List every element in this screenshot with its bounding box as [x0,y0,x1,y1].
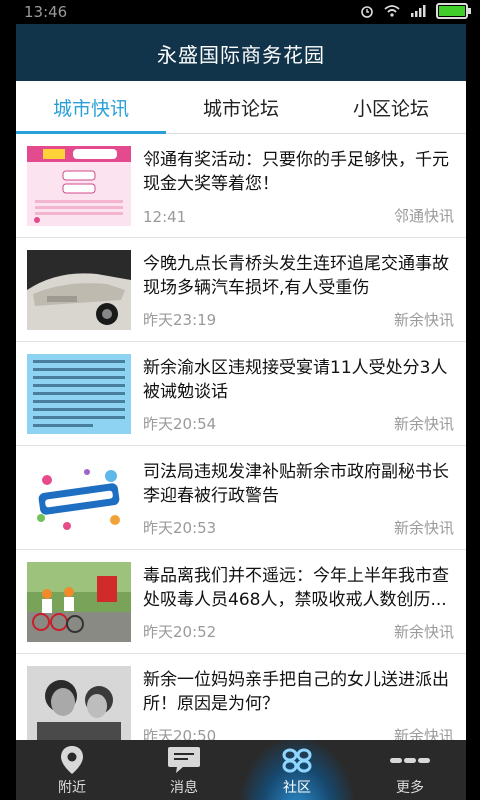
news-source: 新余快讯 [393,623,454,641]
news-thumbnail-logo [27,458,131,538]
news-source: 新余快讯 [393,311,454,329]
news-thumbnail-bikes [27,562,131,642]
news-source: 新余快讯 [393,415,454,433]
community-icon [280,745,314,779]
news-thumbnail-photo [27,666,131,740]
nav-more[interactable]: 更多 [354,740,466,800]
app-frame: 永盛国际商务花园 城市快讯 城市论坛 小区论坛 邻通有奖活动：只要你的手足够快，… [16,24,466,800]
status-bar: 13:46 [0,0,480,24]
nav-nearby[interactable]: 附近 [16,740,128,800]
more-icon [388,745,432,779]
news-headline: 新余一位妈妈亲手把自己的女儿送进派出所！原因是为何？ [143,670,449,714]
location-pin-icon [59,745,85,779]
tab-label: 小区论坛 [352,97,429,120]
news-thumbnail-promo [27,146,131,226]
news-source: 新余快讯 [393,519,454,537]
status-icons [360,3,471,19]
tab-label: 城市论坛 [202,97,279,120]
nav-messages[interactable]: 消息 [128,740,240,800]
news-item[interactable]: 司法局违规发津补贴新余市政府副秘书长李迎春被行政警告 昨天20:53 新余快讯 [16,446,466,550]
news-item[interactable]: 邻通有奖活动：只要你的手足够快，千元现金大奖等着您！ 12:41 邻通快讯 [16,134,466,238]
news-thumbnail-car [27,250,131,330]
tab-city-news[interactable]: 城市快讯 [16,81,166,134]
battery-icon [436,3,471,19]
news-time: 昨天23:19 [143,311,217,329]
tab-bar: 城市快讯 城市论坛 小区论坛 [16,81,466,134]
news-item[interactable]: 今晚九点长青桥头发生连环追尾交通事故现场多辆汽车损坏,有人受重伤 昨天23:19… [16,238,466,342]
news-source: 新余快讯 [393,727,454,740]
news-headline: 新余渝水区违规接受宴请11人受处分3人被诫勉谈话 [143,358,448,402]
tab-label: 城市快讯 [52,97,129,120]
news-list[interactable]: 邻通有奖活动：只要你的手足够快，千元现金大奖等着您！ 12:41 邻通快讯 今晚… [16,134,466,740]
chat-bubble-icon [167,745,201,779]
news-headline: 毒品离我们并不遥远：今年上半年我市查处吸毒人员468人，禁吸收戒人数创历... [143,566,449,610]
news-time: 昨天20:53 [143,519,217,537]
nav-community[interactable]: 社区 [241,740,353,800]
nav-label: 社区 [283,780,311,796]
news-source: 邻通快讯 [393,207,454,225]
news-item[interactable]: 新余渝水区违规接受宴请11人受处分3人被诫勉谈话 昨天20:54 新余快讯 [16,342,466,446]
tab-city-forum[interactable]: 城市论坛 [166,81,316,133]
news-thumbnail-text [27,354,131,434]
news-time: 昨天20:52 [143,623,217,641]
news-time: 昨天20:50 [143,727,217,740]
wifi-icon [384,5,400,17]
nav-label: 消息 [170,780,198,796]
nav-label: 更多 [396,780,424,796]
signal-icon [411,5,426,17]
bottom-nav: 附近 消息 社区 更多 [16,740,466,800]
news-headline: 邻通有奖活动：只要你的手足够快，千元现金大奖等着您！ [143,150,449,194]
app-title: 永盛国际商务花园 [157,43,325,67]
news-time: 昨天20:54 [143,415,217,433]
title-bar: 永盛国际商务花园 [16,24,466,81]
tab-community-forum[interactable]: 小区论坛 [316,81,466,133]
news-headline: 今晚九点长青桥头发生连环追尾交通事故现场多辆汽车损坏,有人受重伤 [143,254,449,298]
news-time: 12:41 [143,208,187,226]
news-item[interactable]: 毒品离我们并不遥远：今年上半年我市查处吸毒人员468人，禁吸收戒人数创历... … [16,550,466,654]
news-headline: 司法局违规发津补贴新余市政府副秘书长李迎春被行政警告 [143,462,449,506]
nav-label: 附近 [58,780,86,796]
status-time: 13:46 [24,3,68,21]
news-item[interactable]: 新余一位妈妈亲手把自己的女儿送进派出所！原因是为何？ 昨天20:50 新余快讯 [16,654,466,740]
alarm-icon [361,6,373,18]
